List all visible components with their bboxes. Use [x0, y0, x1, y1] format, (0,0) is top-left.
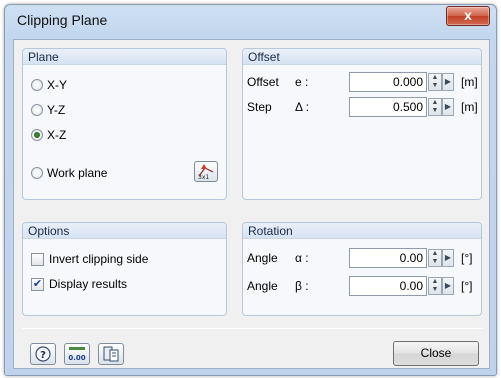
radio-xz[interactable]: X-Z [31, 127, 66, 143]
spin-down-icon[interactable]: ▼ [432, 82, 439, 89]
radio-xy[interactable]: X-Y [31, 77, 67, 93]
offset-spinner[interactable]: ▲ ▼ [428, 73, 442, 91]
checkmark-icon: ✔ [32, 277, 43, 290]
beta-symbol: β : [295, 279, 309, 293]
beta-spinner[interactable]: ▲ ▼ [428, 277, 442, 295]
spin-up-icon[interactable]: ▲ [432, 99, 439, 106]
offset-unit: [m] [461, 75, 478, 89]
invert-clipping-side-label: Invert clipping side [49, 252, 149, 266]
radio-xz-button[interactable] [31, 129, 43, 141]
invert-clipping-side-option[interactable]: Invert clipping side [31, 251, 148, 267]
options-group: Options Invert clipping side ✔ Display r… [22, 222, 227, 316]
spin-down-icon[interactable]: ▼ [432, 107, 439, 114]
alpha-pick-button[interactable]: ▶ [442, 249, 454, 267]
radio-work-plane-button[interactable] [31, 167, 43, 179]
radio-work-plane-label: Work plane [47, 166, 108, 180]
radio-work-plane[interactable]: Work plane [31, 165, 107, 181]
arrow-right-icon: ▶ [444, 253, 452, 262]
radio-yz-label: Y-Z [47, 103, 66, 117]
display-results-checkbox[interactable]: ✔ [31, 277, 44, 291]
offset-group-title: Offset [243, 49, 481, 65]
options-group-title: Options [23, 223, 226, 239]
step-row: Step Δ : 0.500 ▲ ▼ ▶ [m] [243, 97, 481, 119]
beta-input[interactable]: 0.00 [349, 276, 427, 296]
beta-pick-button[interactable]: ▶ [442, 277, 454, 295]
offset-row: Offset e : 0.000 ▲ ▼ ▶ [m] [243, 72, 481, 94]
alpha-input[interactable]: 0.00 [349, 248, 427, 268]
spin-up-icon[interactable]: ▲ [432, 278, 439, 285]
step-input[interactable]: 0.500 [349, 97, 427, 117]
offset-symbol: e : [295, 75, 309, 89]
svg-text:0.00: 0.00 [68, 354, 85, 362]
step-unit: [m] [461, 100, 478, 114]
spin-up-icon[interactable]: ▲ [432, 74, 439, 81]
offset-label: Offset [247, 75, 279, 89]
rotation-group-title: Rotation [243, 223, 481, 239]
offset-pick-button[interactable]: ▶ [442, 73, 454, 91]
pick-work-plane-button[interactable]: 3x1 [194, 161, 218, 182]
radio-yz-button[interactable] [31, 104, 43, 116]
units-decimals-button[interactable]: 0.00 [64, 343, 90, 365]
rotation-group: Rotation Angle α : 0.00 ▲ ▼ ▶ [°] Angle β… [242, 222, 482, 316]
offset-group: Offset Offset e : 0.000 ▲ ▼ ▶ [m] Step Δ … [242, 48, 482, 200]
alpha-unit: [°] [461, 251, 473, 265]
work-plane-pick-icon: 3x1 [198, 164, 214, 181]
dialog-client-area: Plane X-Y Y-Z X-Z Work plane 3x1 Offset … [13, 39, 490, 369]
display-results-label: Display results [49, 277, 128, 291]
alpha-symbol: α : [295, 251, 309, 265]
alpha-spinner[interactable]: ▲ ▼ [428, 249, 442, 267]
spin-up-icon[interactable]: ▲ [432, 250, 439, 257]
alpha-row: Angle α : 0.00 ▲ ▼ ▶ [°] [243, 248, 481, 270]
display-results-option[interactable]: ✔ Display results [31, 276, 127, 292]
beta-label: Angle [247, 279, 278, 293]
help-icon: ? [35, 346, 51, 362]
spin-down-icon[interactable]: ▼ [432, 286, 439, 293]
arrow-right-icon: ▶ [444, 281, 452, 290]
svg-text:3x1: 3x1 [198, 174, 209, 181]
radio-yz[interactable]: Y-Z [31, 102, 65, 118]
step-symbol: Δ : [295, 100, 310, 114]
copy-settings-button[interactable] [98, 343, 124, 365]
step-spinner[interactable]: ▲ ▼ [428, 98, 442, 116]
offset-input[interactable]: 0.000 [349, 72, 427, 92]
close-button[interactable]: Close [393, 341, 479, 366]
invert-clipping-side-checkbox[interactable] [31, 252, 44, 266]
help-button[interactable]: ? [30, 343, 56, 365]
spin-down-icon[interactable]: ▼ [432, 258, 439, 265]
arrow-right-icon: ▶ [444, 77, 452, 86]
beta-unit: [°] [461, 279, 473, 293]
footer-divider [22, 328, 483, 329]
svg-text:?: ? [40, 350, 46, 361]
plane-group: Plane X-Y Y-Z X-Z Work plane 3x1 [22, 48, 227, 200]
window-close-button[interactable]: x [446, 6, 490, 26]
plane-group-title: Plane [23, 49, 226, 65]
copy-settings-icon [103, 346, 119, 362]
radio-xy-button[interactable] [31, 79, 43, 91]
units-icon: 0.00 [68, 347, 86, 362]
beta-row: Angle β : 0.00 ▲ ▼ ▶ [°] [243, 276, 481, 298]
step-label: Step [247, 100, 272, 114]
radio-xy-label: X-Y [47, 78, 68, 92]
dialog-title: Clipping Plane [17, 12, 108, 28]
radio-xz-label: X-Z [47, 128, 67, 142]
step-pick-button[interactable]: ▶ [442, 98, 454, 116]
arrow-right-icon: ▶ [444, 102, 452, 111]
clipping-plane-dialog: Clipping Plane x Plane X-Y Y-Z X-Z Work … [4, 4, 497, 376]
alpha-label: Angle [247, 251, 278, 265]
